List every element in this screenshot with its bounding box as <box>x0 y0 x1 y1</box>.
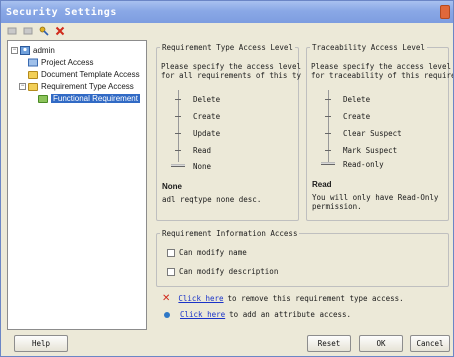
forward-icon[interactable] <box>23 26 33 36</box>
traceability-access-group: Traceability Access Level Please specify… <box>306 43 453 221</box>
reset-button[interactable]: Reset <box>307 335 351 352</box>
back-icon[interactable] <box>7 26 17 36</box>
settings-panel: Requirement Type Access Level Please spe… <box>150 40 453 330</box>
access-level-slider-thumb[interactable] <box>171 164 185 167</box>
remove-icon: ✕ <box>162 293 171 304</box>
ok-button[interactable]: OK <box>359 335 403 352</box>
cancel-button[interactable]: Cancel <box>410 335 450 352</box>
security-settings-window: Security Settings − admin Project Access… <box>0 0 454 357</box>
add-attribute-link[interactable]: Click here <box>180 310 225 319</box>
can-modify-name-checkbox[interactable] <box>167 248 175 257</box>
key-icon[interactable] <box>39 26 49 36</box>
tree-label: Requirement Type Access <box>41 82 134 91</box>
level-delete: Delete <box>175 95 220 104</box>
group-description: Please specify the access level for all … <box>161 62 301 80</box>
tree-node-project-access[interactable]: Project Access <box>28 57 93 68</box>
folder-icon <box>38 94 48 103</box>
can-modify-name-row[interactable]: Can modify name <box>167 248 247 257</box>
tree-node-document-template-access[interactable]: Document Template Access <box>28 69 140 80</box>
tree-label: Project Access <box>41 58 94 67</box>
trace-level-slider-thumb[interactable] <box>321 162 335 165</box>
requirement-information-access-group: Requirement Information Access Can modif… <box>156 229 449 287</box>
tree-node-functional-requirement[interactable]: Functional Requirement <box>38 93 140 104</box>
can-modify-description-checkbox[interactable] <box>167 267 175 276</box>
group-legend: Requirement Information Access <box>162 229 298 238</box>
tree-label: Functional Requirement <box>51 94 140 103</box>
tree-label: Document Template Access <box>41 70 140 79</box>
group-description: Please specify the access level for trac… <box>311 62 453 80</box>
toolbar <box>7 24 65 38</box>
add-attribute-text: to add an attribute access. <box>229 310 352 319</box>
close-icon[interactable] <box>440 5 450 19</box>
tree-node-requirement-type-access[interactable]: − Requirement Type Access <box>19 81 134 92</box>
group-legend: Requirement Type Access Level <box>162 43 293 52</box>
user-group-icon <box>20 46 30 55</box>
level-delete: Delete <box>325 95 370 104</box>
level-read: Read <box>175 146 211 155</box>
window-title: Security Settings <box>6 6 117 18</box>
remove-access-link[interactable]: Click here <box>178 294 223 303</box>
selected-level-name: None <box>162 182 182 191</box>
collapse-icon[interactable]: − <box>19 83 26 90</box>
selected-level-description: adl reqtype none desc. <box>162 195 262 204</box>
access-tree[interactable]: − admin Project Access Document Template… <box>7 40 147 330</box>
checkbox-label: Can modify name <box>179 248 247 257</box>
group-legend: Traceability Access Level <box>312 43 425 52</box>
remove-access-row: ✕ Click here to remove this requirement … <box>162 293 404 304</box>
level-mark-suspect: Mark Suspect <box>325 146 397 155</box>
collapse-icon[interactable]: − <box>11 47 18 54</box>
tree-node-admin[interactable]: − admin <box>11 45 55 56</box>
folder-icon <box>28 82 38 91</box>
level-create: Create <box>175 112 220 121</box>
folder-icon <box>28 70 38 79</box>
project-icon <box>28 58 38 67</box>
level-clear-suspect: Clear Suspect <box>325 129 402 138</box>
selected-level-name: Read <box>312 180 332 189</box>
delete-icon[interactable] <box>55 26 65 36</box>
selected-level-description: You will only have Read-Only permission. <box>312 193 439 211</box>
level-update: Update <box>175 129 220 138</box>
tree-label: admin <box>33 46 55 55</box>
can-modify-description-row[interactable]: Can modify description <box>167 267 278 276</box>
remove-access-text: to remove this requirement type access. <box>227 294 404 303</box>
requirement-type-access-group: Requirement Type Access Level Please spe… <box>156 43 301 221</box>
add-attribute-row: Click here to add an attribute access. <box>162 310 351 319</box>
title-bar[interactable]: Security Settings <box>1 1 453 23</box>
checkbox-label: Can modify description <box>179 267 279 276</box>
add-attribute-icon <box>164 311 170 318</box>
help-button[interactable]: Help <box>14 335 68 352</box>
level-create: Create <box>325 112 370 121</box>
